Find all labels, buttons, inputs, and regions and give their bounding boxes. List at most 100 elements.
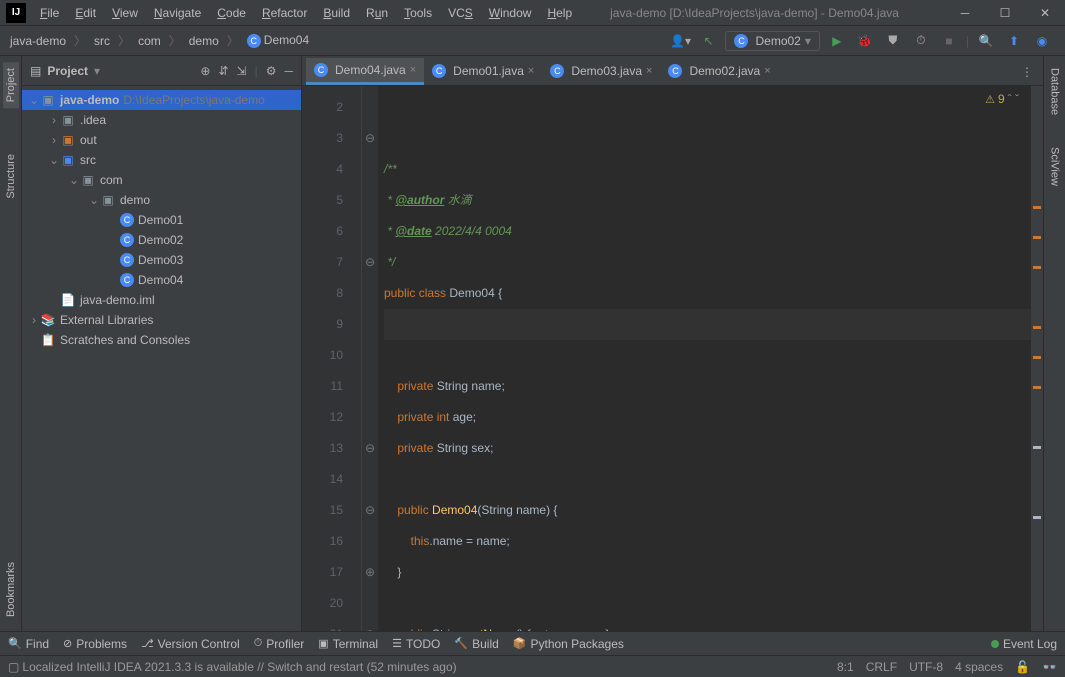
menu-window[interactable]: Window <box>481 6 540 20</box>
crumb-project[interactable]: java-demo <box>6 32 70 50</box>
settings-icon[interactable]: ⚙ <box>266 64 277 78</box>
tree-out[interactable]: ›▣out <box>22 130 301 150</box>
close-icon[interactable]: × <box>646 65 652 77</box>
coverage-button[interactable]: ⛊ <box>882 30 904 52</box>
navbar: java-demo〉 src〉 com〉 demo〉 CDemo04 👤▾ ↖ … <box>0 26 1065 56</box>
stop-button[interactable]: ■ <box>938 30 960 52</box>
encoding[interactable]: UTF-8 <box>909 660 943 674</box>
ide-button[interactable]: ◉ <box>1031 30 1053 52</box>
crumb-class[interactable]: CDemo04 <box>243 31 313 50</box>
crumb-src[interactable]: src <box>90 32 114 50</box>
menu-edit[interactable]: Edit <box>67 6 104 20</box>
user-icon[interactable]: 👤▾ <box>669 30 691 52</box>
marker-bar[interactable] <box>1031 86 1043 631</box>
collapse-all-icon[interactable]: ⇲ <box>237 64 247 78</box>
tab-demo01[interactable]: CDemo01.java× <box>424 59 542 85</box>
tree-class-demo01[interactable]: CDemo01 <box>22 210 301 230</box>
left-tool-gutter: Project Structure Bookmarks <box>0 56 22 631</box>
run-config-label: Demo02 <box>755 34 800 48</box>
back-button[interactable]: ↖ <box>697 30 719 52</box>
tree-class-demo03[interactable]: CDemo03 <box>22 250 301 270</box>
line-gutter: 2345678910111213141516172021 <box>302 86 362 631</box>
crumb-demo[interactable]: demo <box>185 32 223 50</box>
tree-com[interactable]: ⌄▣com <box>22 170 301 190</box>
tool-todo[interactable]: ☰ TODO <box>392 637 440 651</box>
tab-demo04[interactable]: CDemo04.java× <box>306 58 424 85</box>
crumb-com[interactable]: com <box>134 32 165 50</box>
close-icon[interactable]: × <box>410 64 416 76</box>
tree-demo[interactable]: ⌄▣demo <box>22 190 301 210</box>
tree-root[interactable]: ⌄▣ java-demo D:\IdeaProjects\java-demo <box>22 90 301 110</box>
statusbar: ▢ Localized IntelliJ IDEA 2021.3.3 is av… <box>0 655 1065 677</box>
project-tree: ⌄▣ java-demo D:\IdeaProjects\java-demo ›… <box>22 86 301 354</box>
close-icon[interactable]: × <box>528 65 534 77</box>
select-opened-icon[interactable]: ⊕ <box>200 64 210 78</box>
tree-external[interactable]: ›📚External Libraries <box>22 310 301 330</box>
tab-bookmarks[interactable]: Bookmarks <box>3 556 19 623</box>
line-ending[interactable]: CRLF <box>866 660 897 674</box>
tab-database[interactable]: Database <box>1047 62 1063 121</box>
project-panel: ▤ Project ▾ ⊕ ⇵ ⇲ | ⚙ ─ ⌄▣ java-demo D:\… <box>22 56 302 631</box>
tree-class-demo02[interactable]: CDemo02 <box>22 230 301 250</box>
tool-python[interactable]: 📦 Python Packages <box>513 637 624 651</box>
tab-sciview[interactable]: SciView <box>1047 141 1063 192</box>
indent[interactable]: 4 spaces <box>955 660 1003 674</box>
menu-build[interactable]: Build <box>315 6 358 20</box>
tab-project[interactable]: Project <box>3 62 19 108</box>
breadcrumb: java-demo〉 src〉 com〉 demo〉 CDemo04 <box>6 31 669 50</box>
panel-title: Project <box>47 64 88 78</box>
tree-scratches[interactable]: 📋Scratches and Consoles <box>22 330 301 350</box>
tree-class-demo04[interactable]: CDemo04 <box>22 270 301 290</box>
editor-area: CDemo04.java× CDemo01.java× CDemo03.java… <box>302 56 1043 631</box>
bottom-toolbar: 🔍 Find ⊘ Problems ⎇ Version Control ⏱ Pr… <box>0 631 1065 655</box>
close-icon[interactable]: × <box>764 65 770 77</box>
code-content[interactable]: /** * @author 水滴 * @date 2022/4/4 0004 *… <box>378 86 1031 631</box>
caret-position[interactable]: 8:1 <box>837 660 854 674</box>
menu-navigate[interactable]: Navigate <box>146 6 209 20</box>
debug-button[interactable]: 🐞 <box>854 30 876 52</box>
hide-icon[interactable]: ─ <box>284 64 293 78</box>
status-message[interactable]: Localized IntelliJ IDEA 2021.3.3 is avai… <box>22 660 456 674</box>
event-log[interactable]: Event Log <box>991 637 1057 651</box>
menu-vcs[interactable]: VCS <box>440 6 481 20</box>
tool-problems[interactable]: ⊘ Problems <box>63 637 127 651</box>
menu-file[interactable]: File <box>32 6 67 20</box>
run-button[interactable]: ▶ <box>826 30 848 52</box>
warnings-badge[interactable]: ⚠ 9 ˆ ˇ <box>985 92 1019 106</box>
tab-demo02[interactable]: CDemo02.java× <box>660 59 778 85</box>
tree-src[interactable]: ⌄▣src <box>22 150 301 170</box>
tool-vcs[interactable]: ⎇ Version Control <box>141 637 240 651</box>
expand-all-icon[interactable]: ⇵ <box>218 64 228 78</box>
tool-build[interactable]: 🔨 Build <box>454 637 498 651</box>
reader-icon[interactable]: 👓 <box>1042 660 1057 674</box>
tree-idea[interactable]: ›▣.idea <box>22 110 301 130</box>
menu-refactor[interactable]: Refactor <box>254 6 315 20</box>
run-config-selector[interactable]: C Demo02 ▾ <box>725 31 819 51</box>
right-tool-gutter: Database SciView <box>1043 56 1065 631</box>
search-button[interactable]: 🔍 <box>975 30 997 52</box>
project-icon: ▤ <box>30 64 41 78</box>
menu-code[interactable]: Code <box>209 6 254 20</box>
profile-button[interactable]: ⏱ <box>910 30 932 52</box>
maximize-button[interactable]: ☐ <box>985 0 1025 26</box>
tab-demo03[interactable]: CDemo03.java× <box>542 59 660 85</box>
tool-terminal[interactable]: ▣ Terminal <box>318 637 378 651</box>
sync-button[interactable]: ⬆ <box>1003 30 1025 52</box>
lock-icon[interactable]: 🔓 <box>1015 660 1030 674</box>
menu-tools[interactable]: Tools <box>396 6 440 20</box>
tool-profiler[interactable]: ⏱ Profiler <box>254 637 305 651</box>
code-editor[interactable]: ⚠ 9 ˆ ˇ 2345678910111213141516172021 ⊖ ⊖… <box>302 86 1043 631</box>
tool-find[interactable]: 🔍 Find <box>8 637 49 651</box>
menu-run[interactable]: Run <box>358 6 396 20</box>
menu-help[interactable]: Help <box>539 6 580 20</box>
menu-view[interactable]: View <box>104 6 146 20</box>
editor-tabs: CDemo04.java× CDemo01.java× CDemo03.java… <box>302 56 1043 86</box>
status-icon[interactable]: ▢ <box>8 660 19 674</box>
titlebar: IJ File Edit View Navigate Code Refactor… <box>0 0 1065 26</box>
minimize-button[interactable]: ─ <box>945 0 985 26</box>
tab-menu-icon[interactable]: ⋮ <box>1011 59 1043 85</box>
app-icon: IJ <box>6 3 26 23</box>
tree-iml[interactable]: 📄java-demo.iml <box>22 290 301 310</box>
close-button[interactable]: ✕ <box>1025 0 1065 26</box>
tab-structure[interactable]: Structure <box>3 148 19 205</box>
